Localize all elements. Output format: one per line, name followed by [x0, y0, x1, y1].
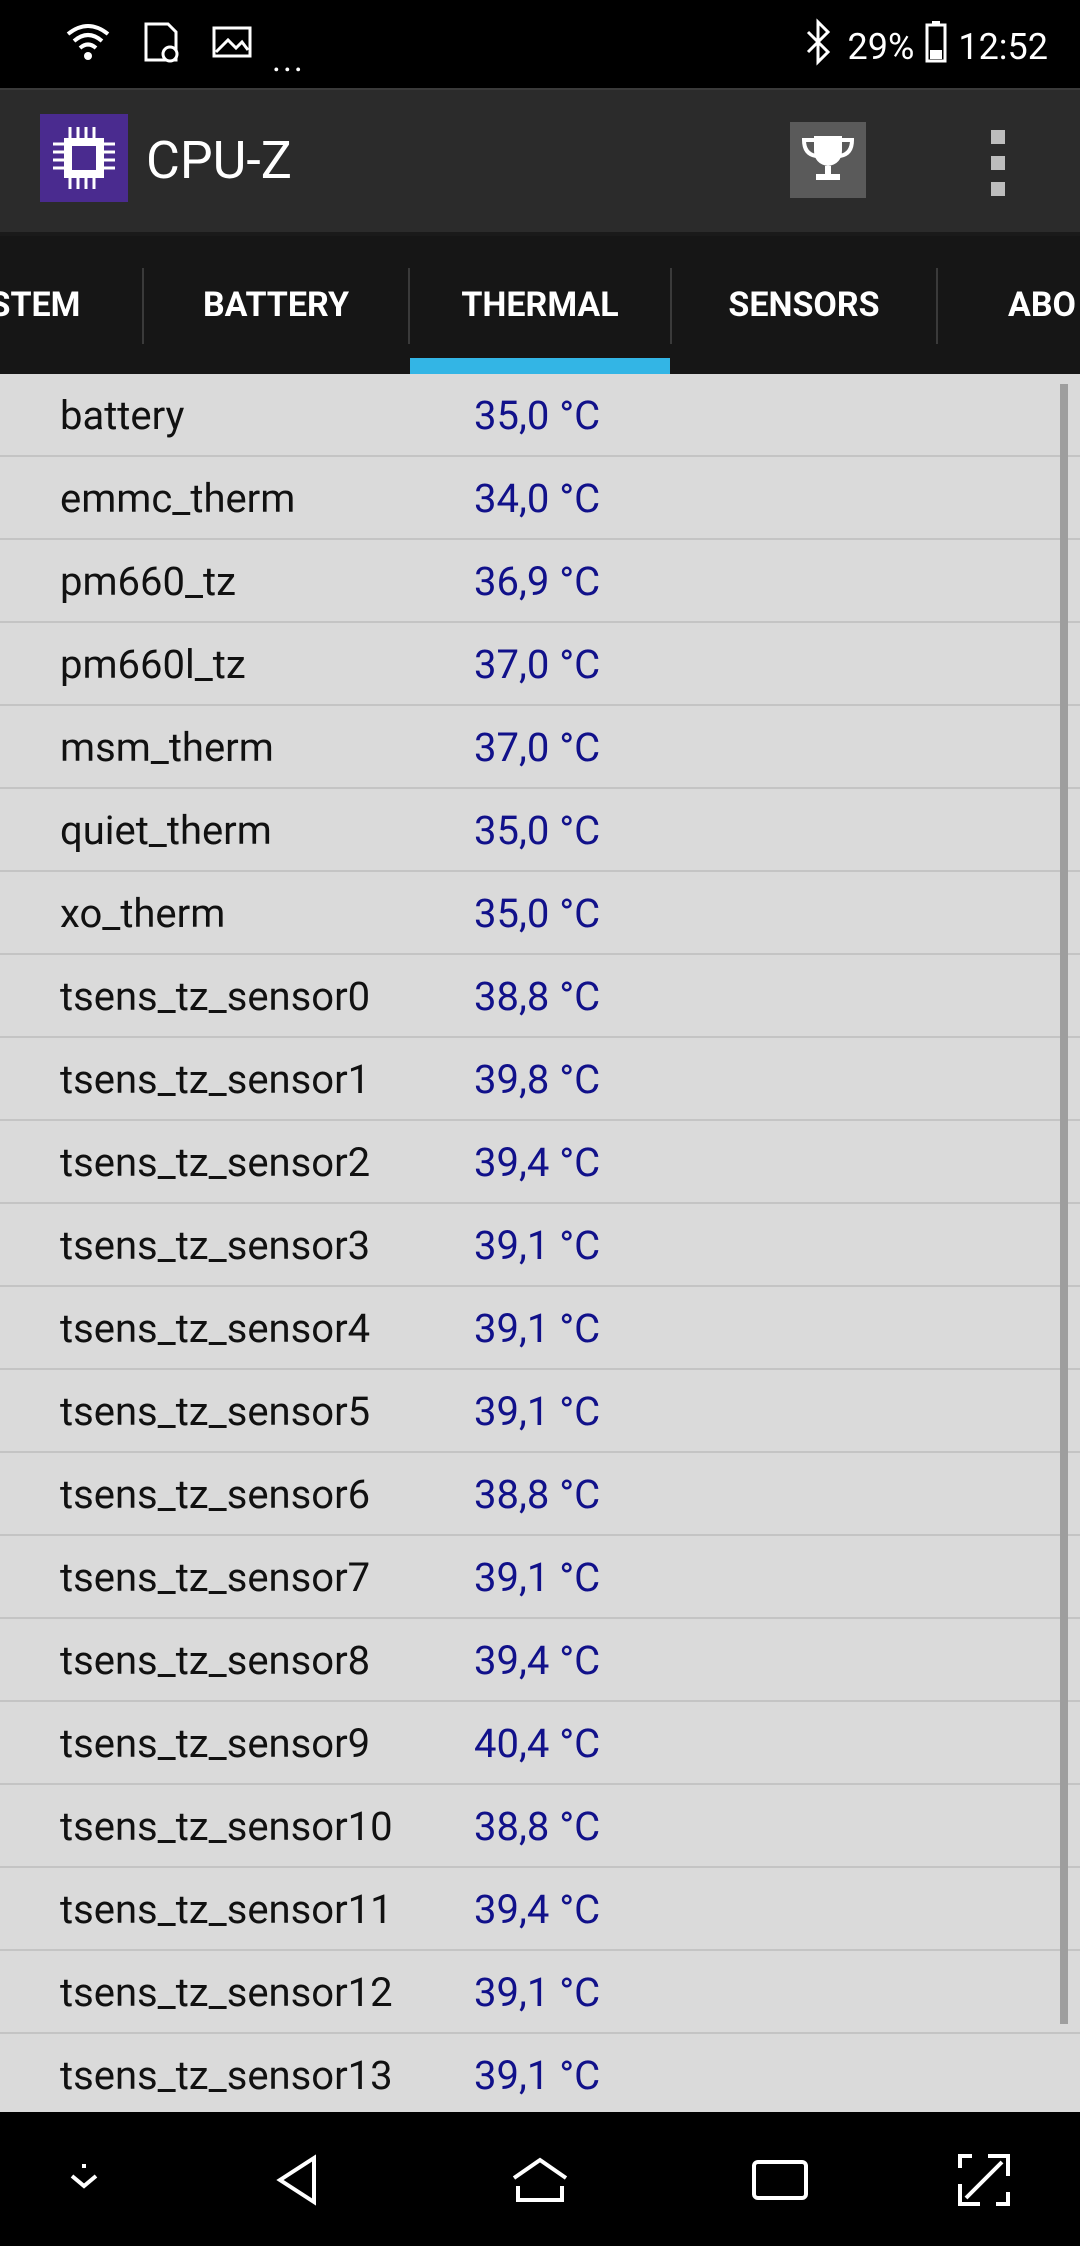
- sensor-name: msm_therm: [60, 724, 274, 771]
- sensor-temperature: 39,4 °C: [474, 1886, 601, 1933]
- sensor-row: tsens_tz_sensor7 39,1 °C: [0, 1536, 1080, 1619]
- tab-sensors[interactable]: SENSORS: [672, 236, 936, 374]
- sensor-row: tsens_tz_sensor9 40,4 °C: [0, 1702, 1080, 1785]
- cpu-chip-icon: [40, 114, 128, 202]
- sensor-name: tsens_tz_sensor9: [60, 1720, 371, 1767]
- sensor-row: tsens_tz_sensor1 39,8 °C: [0, 1038, 1080, 1121]
- status-right: 29% 12:52: [798, 18, 1048, 75]
- sensor-row: quiet_therm 35,0 °C: [0, 789, 1080, 872]
- sensor-row: pm660l_tz 37,0 °C: [0, 623, 1080, 706]
- nav-back-icon[interactable]: [268, 2148, 332, 2212]
- sensor-name: tsens_tz_sensor11: [60, 1886, 393, 1933]
- thermal-sensor-list[interactable]: battery 35,0 °C emmc_therm 34,0 °C pm660_tz 3…: [0, 374, 1080, 2112]
- sensor-temperature: 39,8 °C: [474, 1056, 601, 1103]
- sensor-temperature: 35,0 °C: [474, 392, 601, 439]
- sensor-row: xo_therm 35,0 °C: [0, 872, 1080, 955]
- sensor-temperature: 38,8 °C: [474, 1803, 601, 1850]
- app-bar: CPU-Z: [0, 88, 1080, 234]
- sd-card-icon: [136, 18, 184, 70]
- sensor-name: tsens_tz_sensor0: [60, 973, 371, 1020]
- bluetooth-icon: [798, 18, 838, 75]
- sensor-temperature: 38,8 °C: [474, 973, 601, 1020]
- sensor-name: emmc_therm: [60, 475, 296, 522]
- sensor-name: tsens_tz_sensor8: [60, 1637, 371, 1684]
- sensor-name: tsens_tz_sensor6: [60, 1471, 371, 1518]
- nav-home-icon[interactable]: [508, 2148, 572, 2212]
- navigation-bar: [0, 2112, 1080, 2246]
- trophy-icon: [798, 128, 858, 192]
- clock: 12:52: [958, 25, 1048, 68]
- sensor-temperature: 38,8 °C: [474, 1471, 601, 1518]
- sensor-name: tsens_tz_sensor2: [60, 1139, 371, 1186]
- sensor-name: tsens_tz_sensor3: [60, 1222, 371, 1269]
- sensor-name: xo_therm: [60, 890, 226, 937]
- battery-percent: 29%: [847, 25, 915, 68]
- sensor-name: quiet_therm: [60, 807, 272, 854]
- sensor-name: pm660_tz: [60, 558, 236, 605]
- nav-recents-icon[interactable]: [748, 2148, 812, 2212]
- tab-thermal[interactable]: THERMAL: [410, 236, 670, 374]
- app-title: CPU-Z: [146, 130, 292, 191]
- sensor-row: tsens_tz_sensor0 38,8 °C: [0, 955, 1080, 1038]
- tab-bar: STEM BATTERY THERMAL SENSORS ABO: [0, 236, 1080, 374]
- sensor-temperature: 39,1 °C: [474, 2052, 601, 2099]
- sensor-row: tsens_tz_sensor10 38,8 °C: [0, 1785, 1080, 1868]
- sensor-row: tsens_tz_sensor2 39,4 °C: [0, 1121, 1080, 1204]
- sensor-temperature: 40,4 °C: [474, 1720, 601, 1767]
- nav-down-icon[interactable]: [52, 2148, 116, 2212]
- sensor-name: tsens_tz_sensor5: [60, 1388, 371, 1435]
- sensor-row: battery 35,0 °C: [0, 374, 1080, 457]
- nav-expand-icon[interactable]: [952, 2148, 1016, 2212]
- sensor-name: tsens_tz_sensor10: [60, 1803, 393, 1850]
- sensor-name: tsens_tz_sensor4: [60, 1305, 371, 1352]
- sensor-row: tsens_tz_sensor8 39,4 °C: [0, 1619, 1080, 1702]
- battery-icon: [924, 20, 948, 73]
- status-more-indicator: ...: [272, 40, 305, 80]
- sensor-temperature: 37,0 °C: [474, 724, 601, 771]
- sensor-temperature: 39,1 °C: [474, 1388, 601, 1435]
- sensor-name: pm660l_tz: [60, 641, 246, 688]
- sensor-temperature: 36,9 °C: [474, 558, 601, 605]
- tab-battery[interactable]: BATTERY: [144, 236, 408, 374]
- sensor-temperature: 39,1 °C: [474, 1969, 601, 2016]
- sensor-temperature: 39,4 °C: [474, 1637, 601, 1684]
- status-left-icons: [64, 18, 256, 70]
- tab-system[interactable]: STEM: [0, 236, 100, 374]
- image-icon: [208, 18, 256, 70]
- sensor-row: emmc_therm 34,0 °C: [0, 457, 1080, 540]
- sensor-name: tsens_tz_sensor12: [60, 1969, 393, 2016]
- sensor-name: tsens_tz_sensor1: [60, 1056, 371, 1103]
- scrollbar[interactable]: [1060, 384, 1068, 2024]
- sensor-row: tsens_tz_sensor3 39,1 °C: [0, 1204, 1080, 1287]
- sensor-row: tsens_tz_sensor5 39,1 °C: [0, 1370, 1080, 1453]
- sensor-name: tsens_tz_sensor7: [60, 1554, 371, 1601]
- sensor-row: tsens_tz_sensor12 39,1 °C: [0, 1951, 1080, 2034]
- tab-about[interactable]: ABO: [938, 236, 1080, 374]
- sensor-row: pm660_tz 36,9 °C: [0, 540, 1080, 623]
- sensor-row: tsens_tz_sensor6 38,8 °C: [0, 1453, 1080, 1536]
- trophy-button[interactable]: [790, 122, 866, 198]
- sensor-temperature: 37,0 °C: [474, 641, 601, 688]
- wifi-icon: [64, 18, 112, 70]
- sensor-temperature: 34,0 °C: [474, 475, 601, 522]
- sensor-name: battery: [60, 392, 185, 439]
- sensor-temperature: 39,1 °C: [474, 1554, 601, 1601]
- selected-tab-indicator: [410, 358, 670, 374]
- sensor-name: tsens_tz_sensor13: [60, 2052, 393, 2099]
- sensor-temperature: 35,0 °C: [474, 807, 601, 854]
- sensor-temperature: 39,4 °C: [474, 1139, 601, 1186]
- sensor-temperature: 39,1 °C: [474, 1222, 601, 1269]
- sensor-row: tsens_tz_sensor11 39,4 °C: [0, 1868, 1080, 1951]
- overflow-menu-icon[interactable]: [980, 130, 1016, 196]
- sensor-row: msm_therm 37,0 °C: [0, 706, 1080, 789]
- sensor-temperature: 39,1 °C: [474, 1305, 601, 1352]
- sensor-row: tsens_tz_sensor13 39,1 °C: [0, 2034, 1080, 2112]
- status-bar: ... 29% 12:52: [0, 0, 1080, 88]
- sensor-row: tsens_tz_sensor4 39,1 °C: [0, 1287, 1080, 1370]
- sensor-temperature: 35,0 °C: [474, 890, 601, 937]
